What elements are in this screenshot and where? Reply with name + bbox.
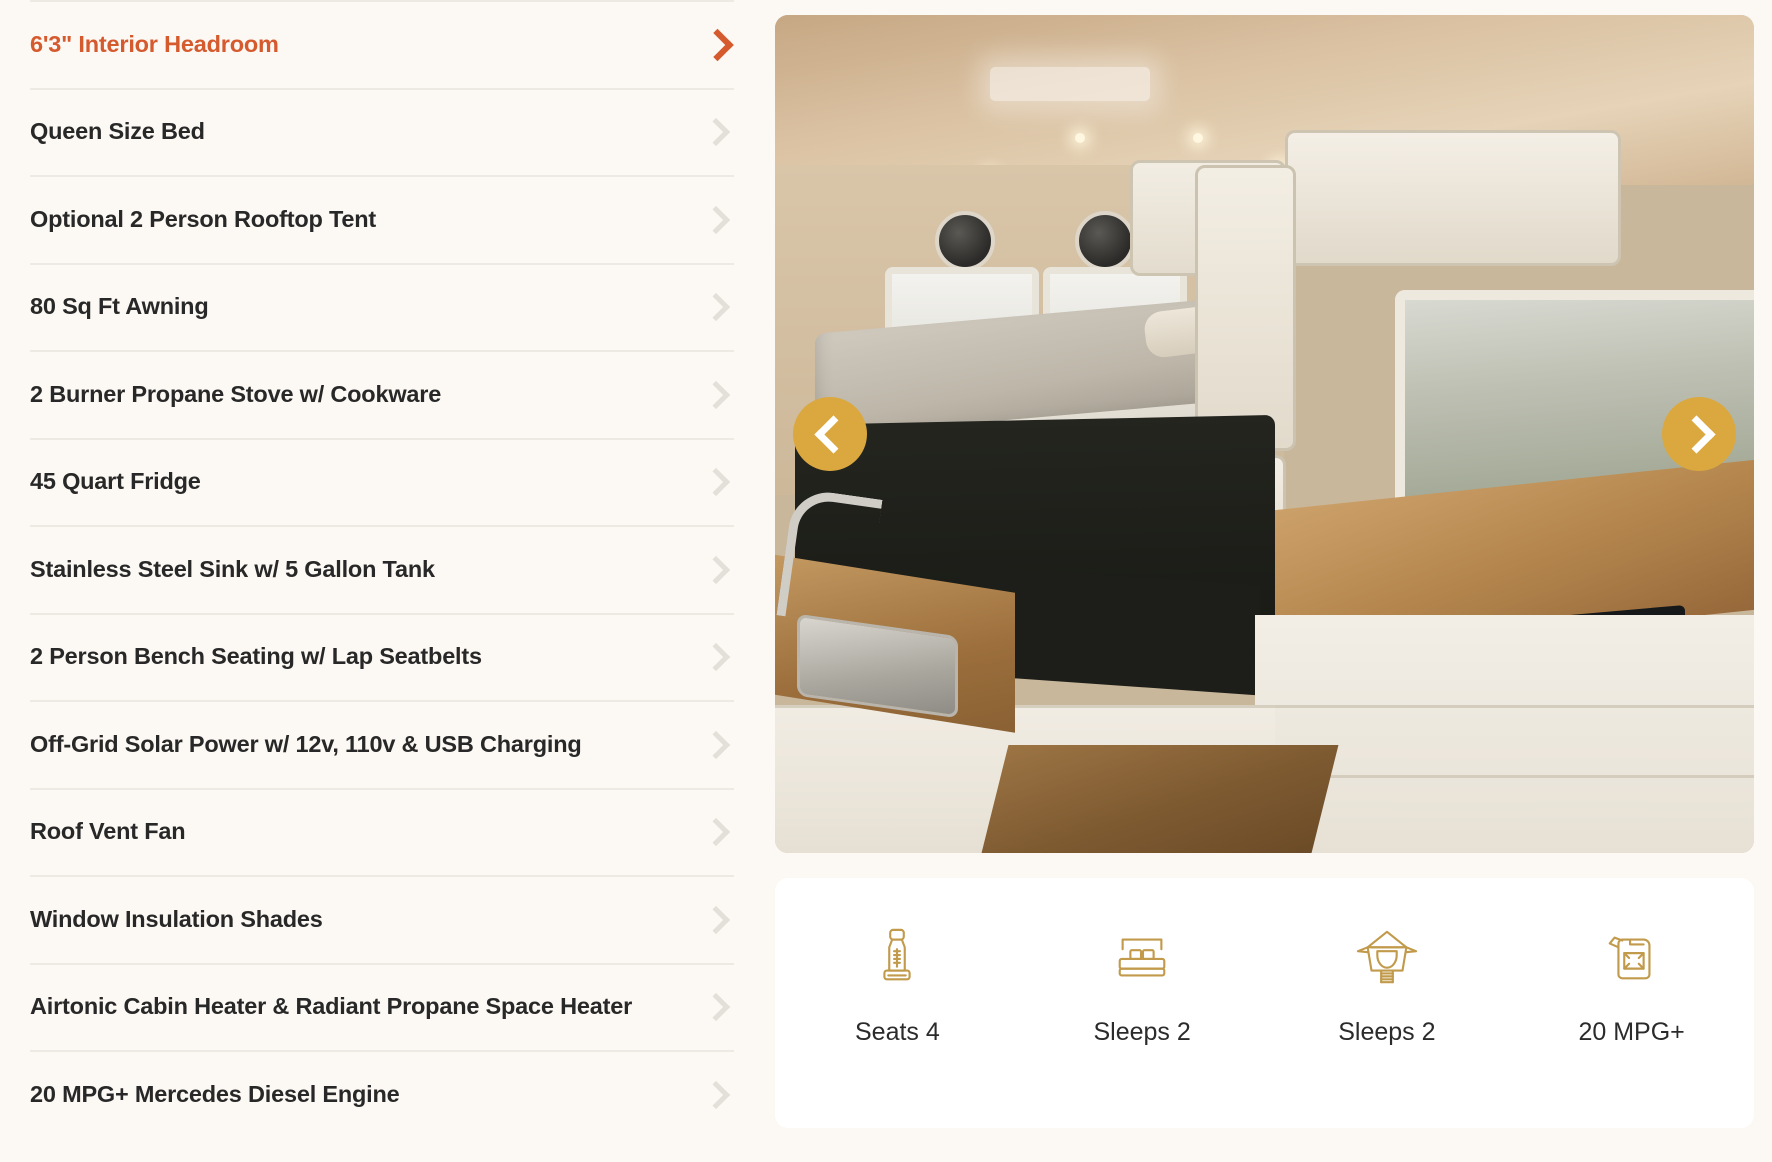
feature-label: Roof Vent Fan xyxy=(30,818,186,845)
feature-list-item[interactable]: 80 Sq Ft Awning xyxy=(30,262,734,351)
feature-label: 20 MPG+ Mercedes Diesel Engine xyxy=(30,1080,400,1107)
feature-list-item[interactable]: Window Insulation Shades xyxy=(30,875,734,963)
feature-label: 2 Person Bench Seating w/ Lap Seatbelts xyxy=(30,643,482,670)
chevron-right-icon xyxy=(702,727,730,763)
van-interior-photo xyxy=(775,15,1754,853)
feature-list-item[interactable]: 2 Burner Propane Stove w/ Cookware xyxy=(30,350,734,438)
chevron-right-icon xyxy=(1676,414,1716,454)
spec-label: Seats 4 xyxy=(854,1018,940,1046)
feature-label: Off-Grid Solar Power w/ 12v, 110v & USB … xyxy=(30,730,582,757)
carousel-next-button[interactable] xyxy=(1662,397,1736,471)
chevron-right-icon xyxy=(702,202,730,238)
feature-list-item[interactable]: 6'3" Interior Headroom xyxy=(30,0,734,88)
spec-item: Sleeps 2 xyxy=(1277,920,1497,1047)
feature-label: 80 Sq Ft Awning xyxy=(30,293,209,320)
feature-label: Airtonic Cabin Heater & Radiant Propane … xyxy=(30,993,633,1020)
carousel-prev-button[interactable] xyxy=(793,397,867,471)
feature-list: 6'3" Interior Headroom Queen Size Bed Opti… xyxy=(0,0,762,1138)
spec-label: 20 MPG+ xyxy=(1578,1018,1685,1046)
feature-label: 2 Burner Propane Stove w/ Cookware xyxy=(30,380,442,407)
gallery-panel: Seats 4 Sleeps 2 Sleeps 2 20 MPG+ xyxy=(762,0,1772,1162)
feature-list-item[interactable]: 20 MPG+ Mercedes Diesel Engine xyxy=(30,1050,734,1138)
chevron-right-icon xyxy=(702,464,730,500)
chevron-right-icon xyxy=(702,289,730,325)
feature-list-item[interactable]: Airtonic Cabin Heater & Radiant Propane … xyxy=(30,962,734,1051)
chevron-right-icon xyxy=(702,377,730,413)
spec-summary-card: Seats 4 Sleeps 2 Sleeps 2 20 MPG+ xyxy=(775,878,1754,1128)
spec-item: Seats 4 xyxy=(787,920,1007,1047)
chevron-right-icon xyxy=(702,552,730,588)
chevron-right-icon xyxy=(702,814,730,850)
feature-list-item[interactable]: Off-Grid Solar Power w/ 12v, 110v & USB … xyxy=(30,700,734,788)
chevron-right-icon xyxy=(702,1077,730,1113)
feature-list-item[interactable]: Queen Size Bed xyxy=(30,87,734,176)
feature-label: 45 Quart Fridge xyxy=(30,468,201,495)
bed-icon xyxy=(1111,920,1173,994)
image-carousel[interactable] xyxy=(775,15,1754,853)
feature-list-item[interactable]: Roof Vent Fan xyxy=(30,787,734,876)
chevron-right-icon xyxy=(702,989,730,1025)
feature-label: Stainless Steel Sink w/ 5 Gallon Tank xyxy=(30,555,435,582)
chevron-right-icon xyxy=(702,27,730,63)
chevron-left-icon xyxy=(813,414,853,454)
rooftop-tent-icon xyxy=(1356,920,1418,994)
feature-list-item[interactable]: 45 Quart Fridge xyxy=(30,437,734,526)
spec-label: Sleeps 2 xyxy=(1338,1018,1436,1046)
seat-icon xyxy=(866,920,928,994)
feature-label: 6'3" Interior Headroom xyxy=(30,30,279,57)
fuel-can-icon xyxy=(1601,920,1663,994)
feature-list-panel: 6'3" Interior Headroom Queen Size Bed Opti… xyxy=(0,0,762,1162)
feature-label: Optional 2 Person Rooftop Tent xyxy=(30,205,377,232)
feature-list-item[interactable]: Optional 2 Person Rooftop Tent xyxy=(30,175,734,263)
feature-label: Queen Size Bed xyxy=(30,118,205,145)
feature-list-item[interactable]: Stainless Steel Sink w/ 5 Gallon Tank xyxy=(30,525,734,613)
product-feature-page: 6'3" Interior Headroom Queen Size Bed Opti… xyxy=(0,0,1772,1162)
feature-list-item[interactable]: 2 Person Bench Seating w/ Lap Seatbelts xyxy=(30,612,734,701)
chevron-right-icon xyxy=(702,639,730,675)
spec-label: Sleeps 2 xyxy=(1093,1018,1191,1046)
chevron-right-icon xyxy=(702,902,730,938)
spec-item: 20 MPG+ xyxy=(1522,920,1742,1047)
feature-label: Window Insulation Shades xyxy=(30,905,323,932)
spec-item: Sleeps 2 xyxy=(1032,920,1252,1047)
chevron-right-icon xyxy=(702,114,730,150)
